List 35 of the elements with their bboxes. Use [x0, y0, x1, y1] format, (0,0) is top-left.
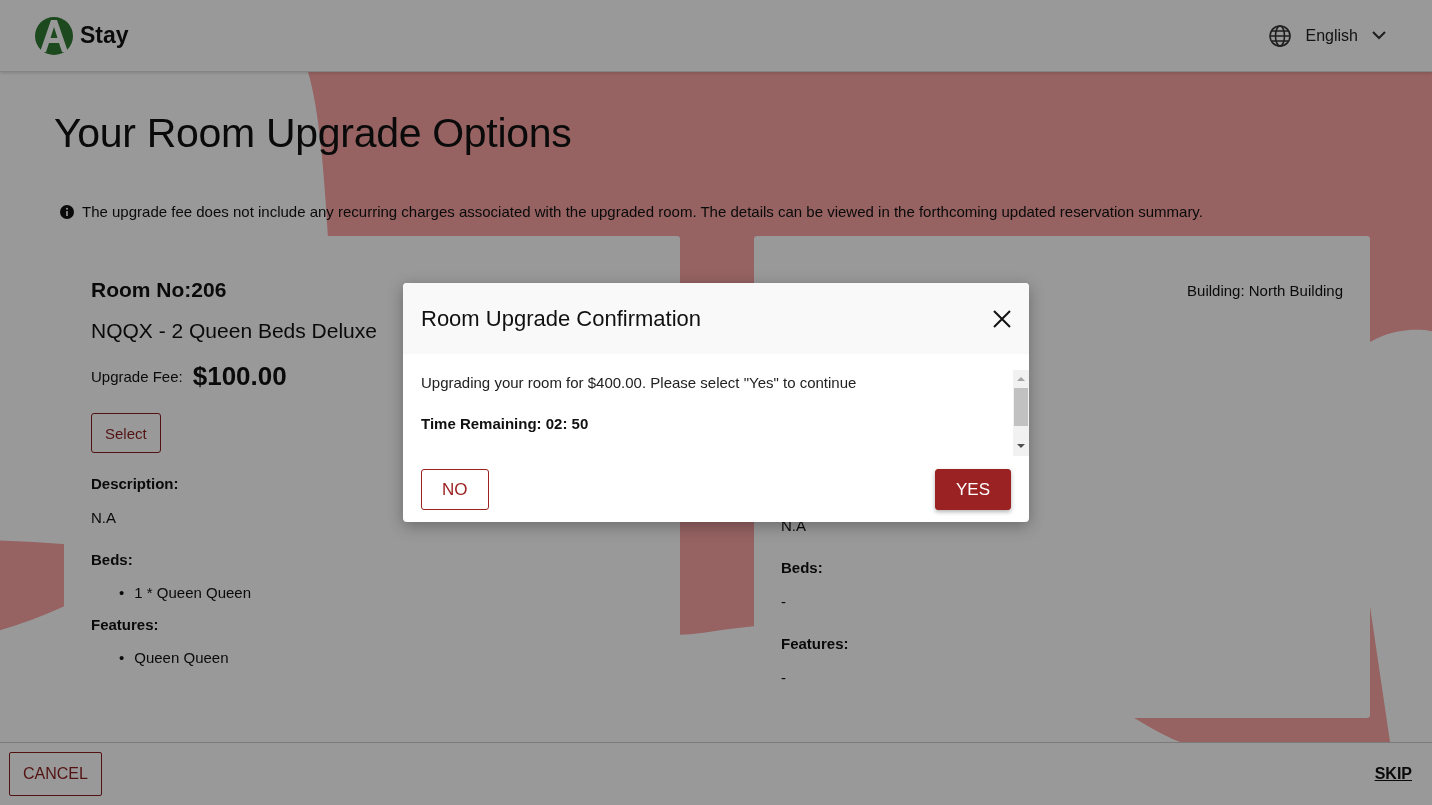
features-label: Features:: [91, 616, 159, 634]
features-value: -: [781, 669, 786, 687]
beds-label: Beds:: [91, 551, 133, 569]
dialog-title: Room Upgrade Confirmation: [421, 305, 702, 332]
dialog-message: Upgrading your room for $400.00. Please select "Yes" to continue: [421, 374, 858, 391]
description-value: N.A: [91, 509, 116, 527]
page-title: Your Room Upgrade Options: [54, 110, 573, 157]
bed-item: 1 * Queen Queen: [134, 584, 252, 602]
time-remaining: Time Remaining: 02: 50: [421, 415, 590, 432]
notice-text: The upgrade fee does not include any recurring charges associated with the upgraded room. The details can be viewed in the forthcoming updated reservation summary.: [82, 203, 1203, 220]
close-icon[interactable]: [993, 309, 1011, 328]
confirm-button[interactable]: YES: [934, 469, 1011, 510]
room-number: Room No:206: [91, 278, 227, 302]
brand-name: Stay: [80, 22, 129, 49]
bullet-marker: •: [119, 584, 125, 602]
building-label: Building: North Building: [1187, 281, 1343, 299]
decline-button[interactable]: NO: [421, 469, 489, 510]
fee-amount: $100.00: [192, 360, 287, 392]
beds-value: -: [781, 593, 786, 611]
bullet-marker: •: [119, 649, 125, 667]
select-button[interactable]: Select: [91, 413, 161, 453]
scrollbar[interactable]: [1013, 370, 1029, 456]
language-selector[interactable]: English: [1261, 22, 1392, 49]
info-icon: [60, 204, 74, 219]
globe-icon: [1267, 23, 1292, 48]
beds-label: Beds:: [781, 559, 823, 577]
skip-link[interactable]: SKIP: [1374, 765, 1412, 783]
features-label: Features:: [781, 635, 849, 653]
room-name: NQQX - 2 Queen Beds Deluxe: [91, 319, 377, 344]
logo-icon: [34, 15, 74, 56]
feature-item: Queen Queen: [134, 649, 229, 667]
chevron-down-icon: [1372, 31, 1386, 40]
fee-label: Upgrade Fee:: [91, 367, 183, 385]
cancel-button[interactable]: CANCEL: [9, 752, 102, 796]
description-label: Description:: [91, 475, 179, 493]
